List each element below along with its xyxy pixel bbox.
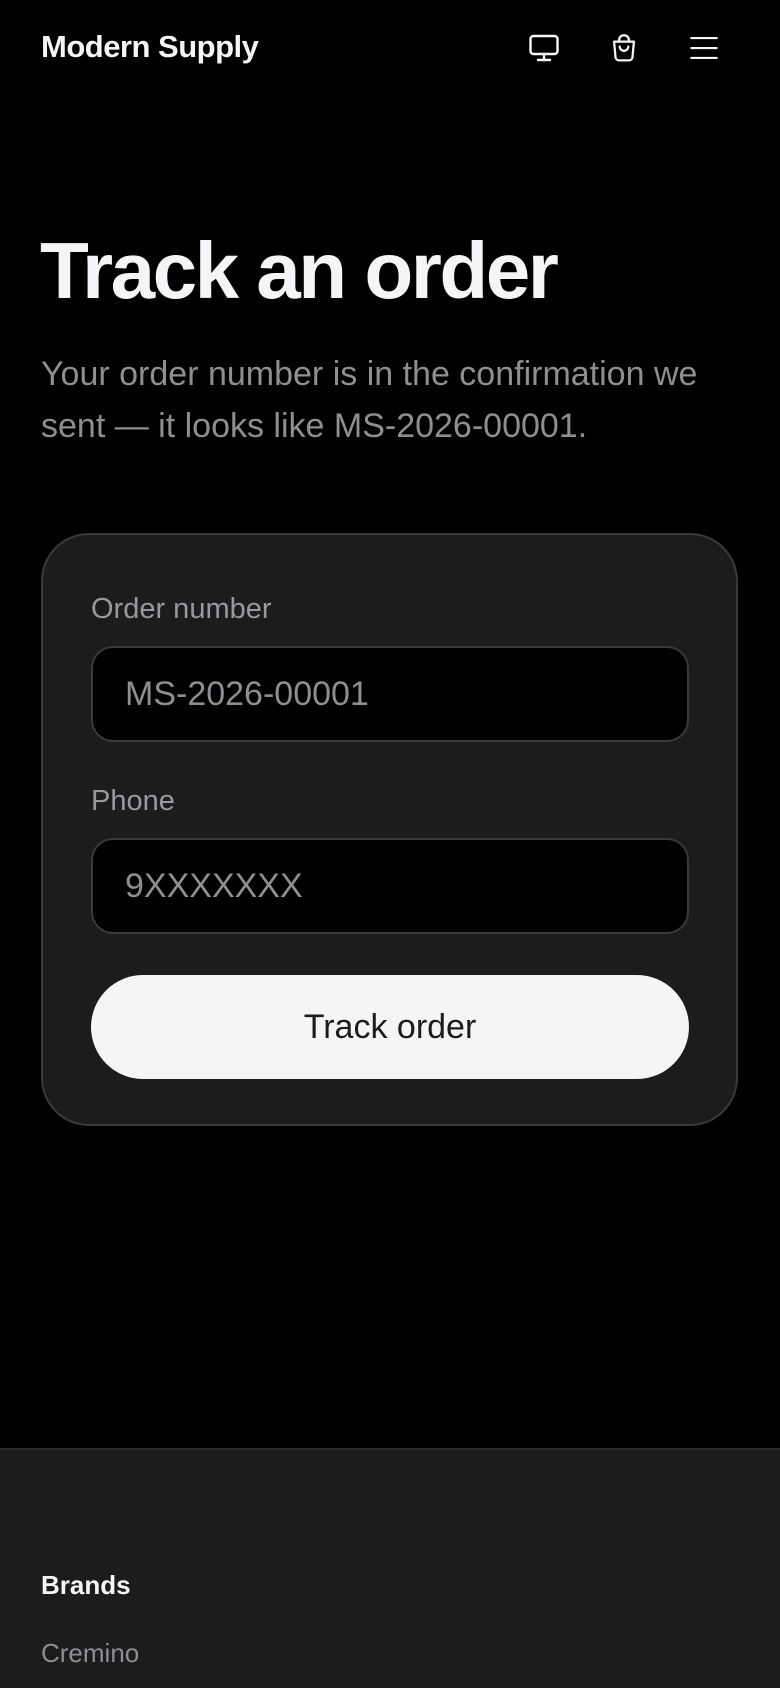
order-number-label: Order number [91, 593, 272, 625]
page-title: Track an order [40, 226, 559, 315]
footer-link-cremino[interactable]: Cremino [41, 1636, 139, 1670]
track-order-form: Order number Phone Track order [41, 533, 738, 1126]
site-header: Modern Supply [0, 0, 780, 96]
phone-label: Phone [91, 785, 175, 817]
phone-input[interactable] [91, 838, 689, 934]
track-order-button[interactable]: Track order [91, 975, 689, 1079]
menu-icon[interactable] [684, 28, 724, 68]
shopping-bag-icon[interactable] [604, 28, 644, 68]
brand-logo[interactable]: Modern Supply [41, 27, 259, 67]
page-description: Your order number is in the confirmation… [41, 355, 698, 445]
order-number-input[interactable] [91, 646, 689, 742]
monitor-icon[interactable] [524, 28, 564, 68]
site-footer: Brands Cremino [0, 1448, 780, 1688]
footer-heading-brands: Brands [41, 1570, 131, 1600]
